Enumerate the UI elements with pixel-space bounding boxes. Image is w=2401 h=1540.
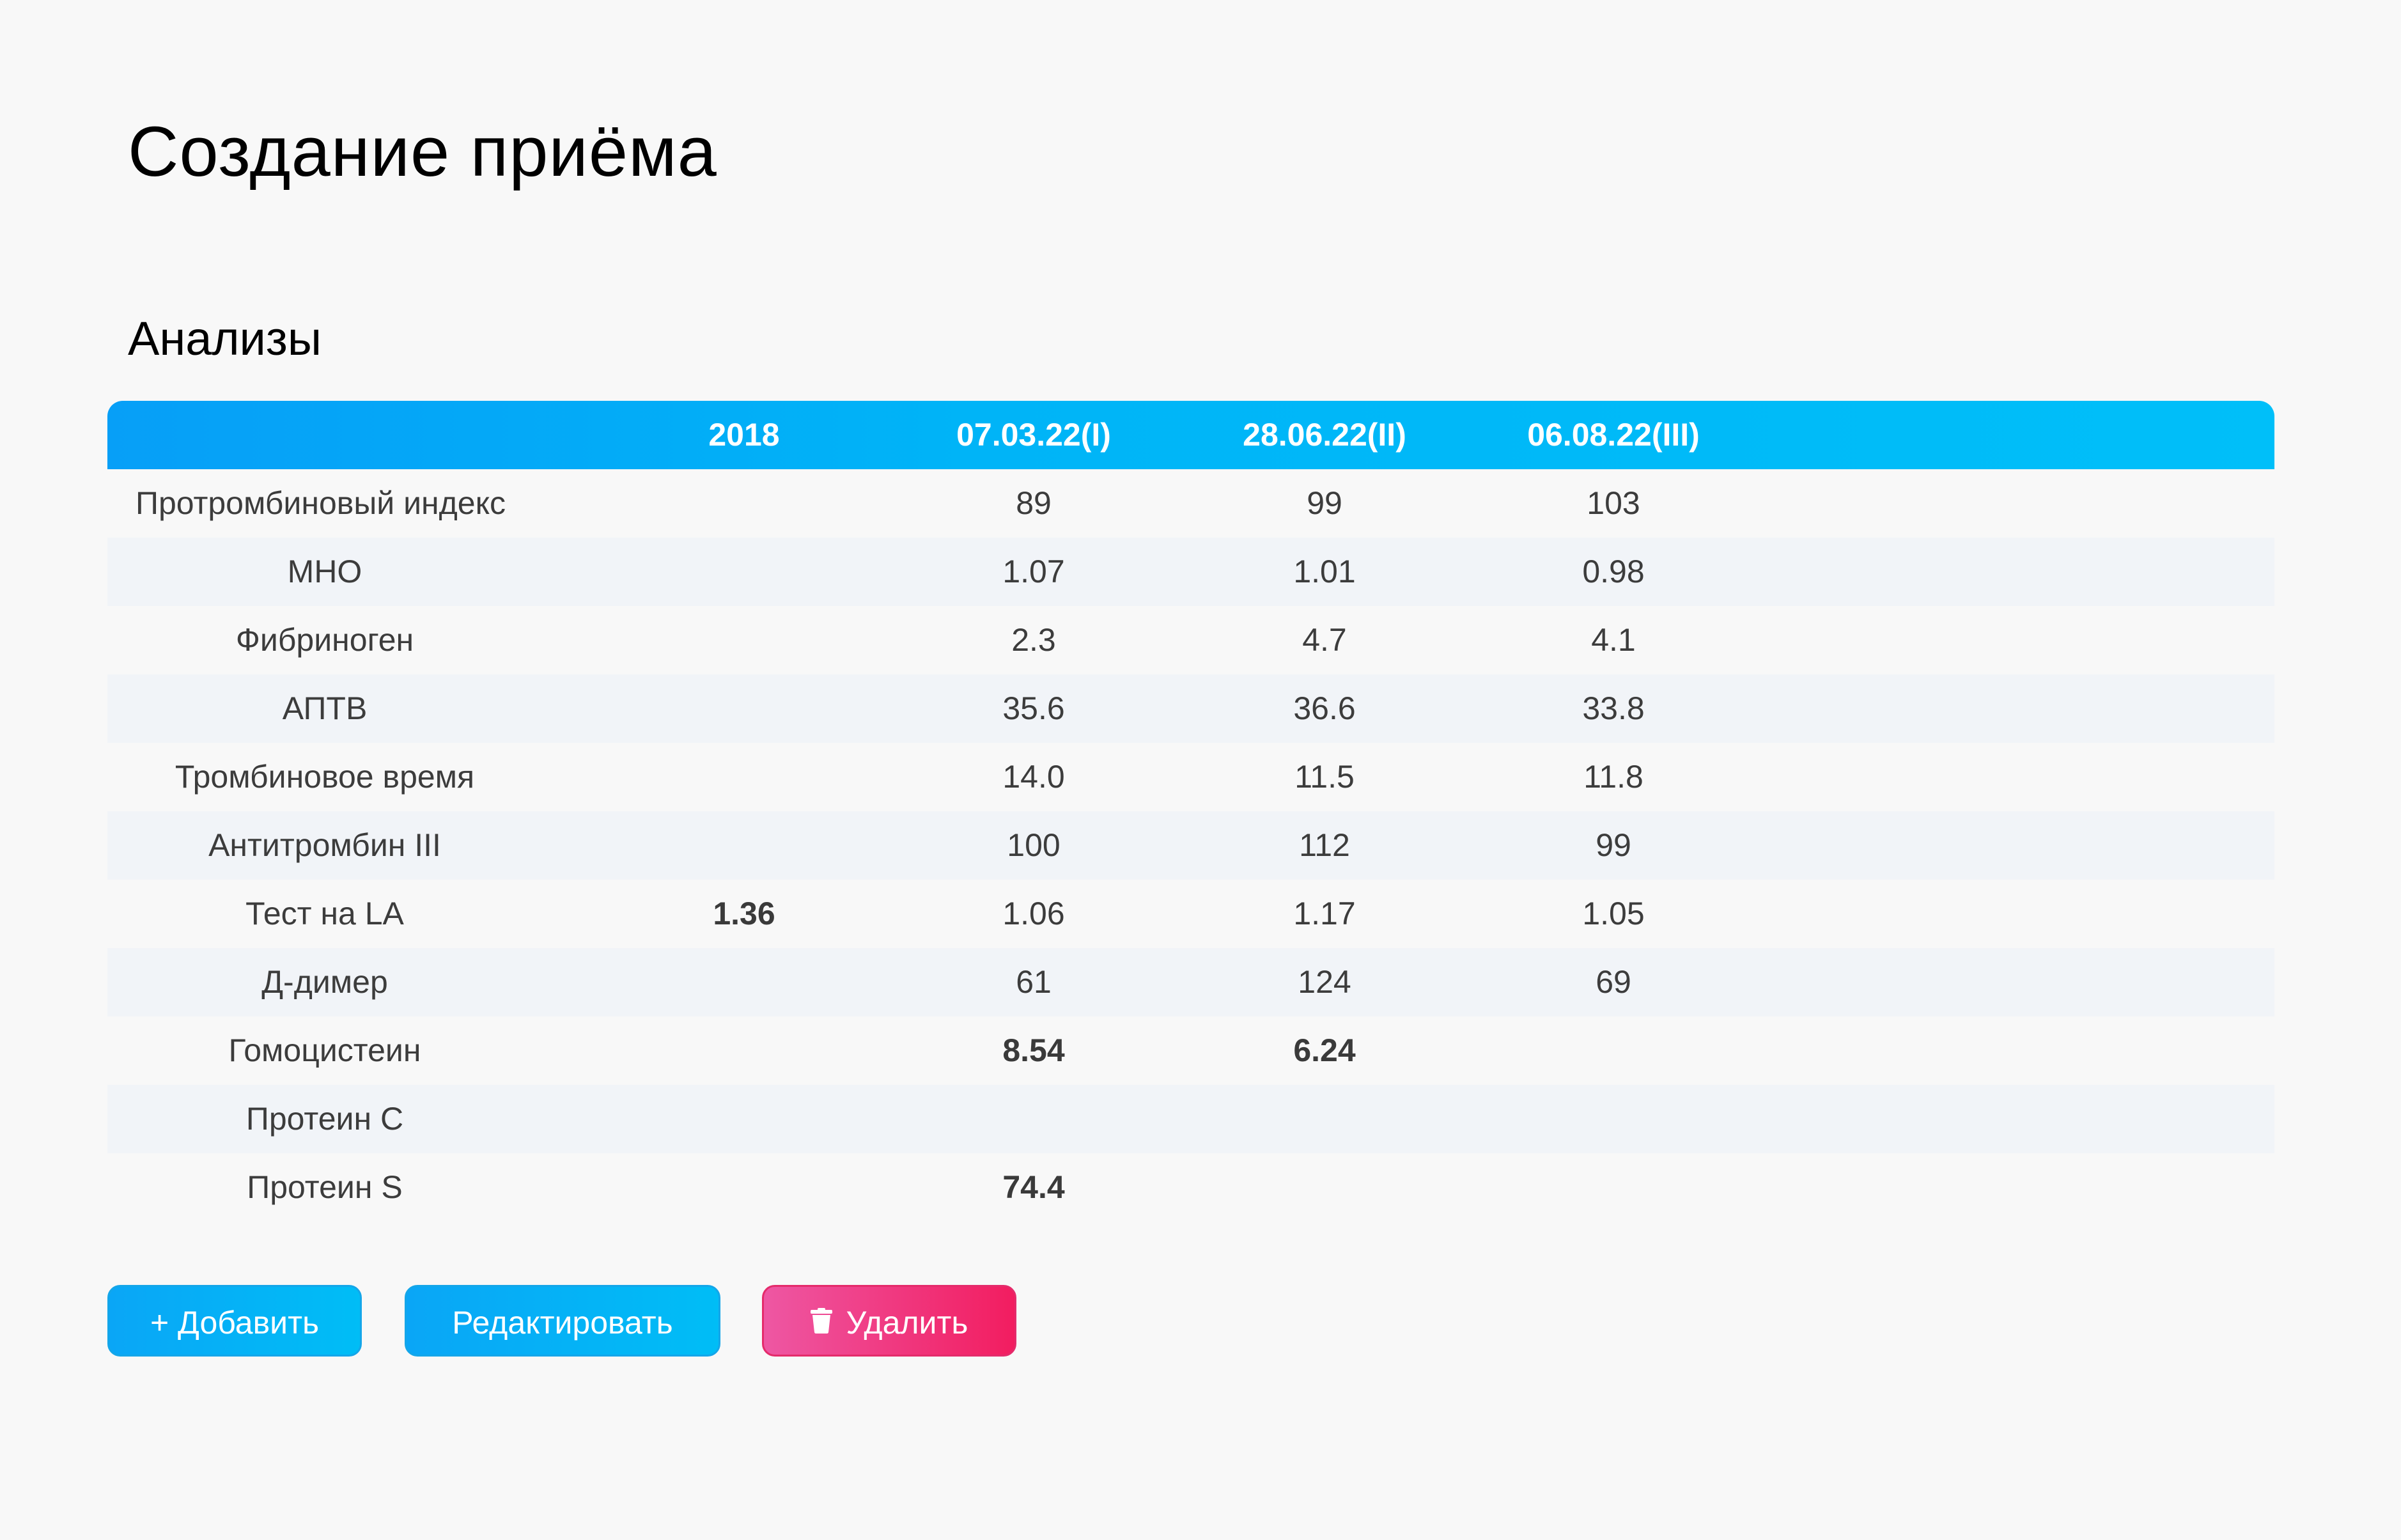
table-cell [1396,1153,1831,1222]
table-cell: 69 [1596,964,1631,1000]
delete-button[interactable]: Удалить [762,1285,1016,1357]
table-row: Тромбиновое время 14.0 11.5 11.8 [107,743,2274,811]
section-title: Анализы [128,312,322,365]
row-label: Антитромбин III [208,827,441,863]
table-row: Протеин S 74.4 [107,1153,2274,1222]
row-label: Протеин S [247,1169,403,1205]
page-title: Создание приёма [128,113,717,191]
page-card: Создание приёма Анализы 2018 07.03.22(I)… [0,0,2401,1540]
table-row: Тест на LA 1.36 1.06 1.17 1.05 [107,880,2274,948]
row-label: Гомоцистеин [228,1032,421,1068]
trash-icon [810,1287,832,1358]
column-header-date-3: 06.08.22(III) [1527,417,1700,453]
edit-button[interactable]: Редактировать [405,1285,720,1357]
table-cell: 0.98 [1582,554,1645,589]
delete-button-label: Удалить [846,1305,968,1341]
table-row: Антитромбин III 100 112 99 [107,811,2274,880]
table-cell: 4.1 [1591,622,1636,658]
table-cell [1396,1016,1831,1085]
table-cell: 103 [1587,485,1640,521]
table-header: 2018 07.03.22(I) 28.06.22(II) 06.08.22(I… [107,401,2274,469]
row-label: Д-димер [261,964,388,1000]
row-label: МНО [287,554,362,589]
table-row: Протеин С [107,1085,2274,1153]
row-label: Тест на LA [245,896,404,931]
add-button[interactable]: + Добавить [107,1285,362,1357]
row-label: Протеин С [245,1101,404,1137]
analyses-table: 2018 07.03.22(I) 28.06.22(II) 06.08.22(I… [107,401,2274,1222]
table-cell: 99 [1596,827,1631,863]
table-cell [1396,1085,1831,1153]
row-label: АПТВ [282,690,368,726]
table-cell: 11.8 [1583,759,1643,795]
row-label: Фибриноген [235,622,414,658]
table-row: Гомоцистеин 8.54 6.24 [107,1016,2274,1085]
table-row: Д-димер 61 124 69 [107,948,2274,1016]
table-row: МНО 1.07 1.01 0.98 [107,538,2274,606]
row-label: Тромбиновое время [175,759,475,795]
table-row: АПТВ 35.6 36.6 33.8 [107,674,2274,743]
table-row: Фибриноген 2.3 4.7 4.1 [107,606,2274,674]
table-row: Протромбиновый индекс 89 99 103 [107,469,2274,538]
table-cell: 1.05 [1582,896,1645,931]
table-cell: 33.8 [1582,690,1645,726]
table-body: Протромбиновый индекс 89 99 103 МНО 1.07 1.01 0… [107,469,2274,1222]
